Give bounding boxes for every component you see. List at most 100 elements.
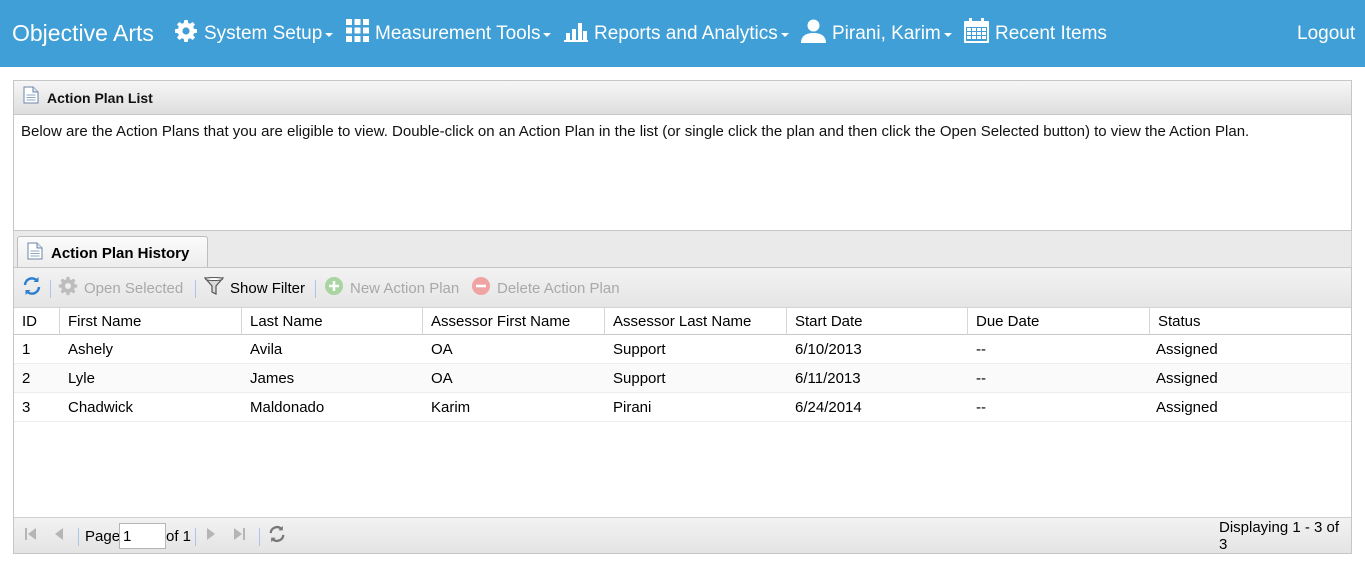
cell-first-name: Ashely bbox=[68, 341, 114, 358]
add-icon bbox=[324, 276, 350, 300]
cell-id: 2 bbox=[22, 370, 31, 387]
nav-measurement-tools[interactable]: Measurement Tools bbox=[346, 0, 552, 67]
top-navbar: Objective Arts System Setup Measurement … bbox=[0, 0, 1365, 67]
cell-due-date: -- bbox=[976, 399, 986, 416]
action-plan-list-panel: Action Plan List Below are the Action Pl… bbox=[13, 80, 1352, 231]
nav-system-setup-label: System Setup bbox=[204, 22, 323, 44]
page-number-input[interactable] bbox=[119, 523, 166, 549]
nav-system-setup[interactable]: System Setup bbox=[174, 0, 334, 67]
cell-assessor-first-name: OA bbox=[431, 370, 453, 387]
first-page-icon bbox=[23, 526, 39, 546]
cell-assessor-last-name: Support bbox=[613, 370, 666, 387]
gear-icon bbox=[58, 276, 84, 300]
cell-start-date: 6/11/2013 bbox=[795, 370, 861, 387]
column-header-first-name[interactable]: First Name bbox=[60, 308, 242, 335]
next-page-icon bbox=[204, 526, 218, 546]
table-row[interactable]: 3 Chadwick Maldonado Karim Pirani 6/24/2… bbox=[14, 393, 1351, 422]
toolbar-separator bbox=[315, 280, 316, 298]
pager-separator bbox=[78, 528, 79, 546]
prev-page-icon bbox=[52, 526, 66, 546]
cell-first-name: Lyle bbox=[68, 370, 95, 387]
gear-icon bbox=[174, 19, 204, 49]
cell-last-name: Avila bbox=[250, 341, 283, 358]
nav-recent-items[interactable]: Recent Items bbox=[964, 0, 1107, 67]
nav-reports-analytics[interactable]: Reports and Analytics bbox=[564, 0, 789, 67]
remove-icon bbox=[471, 276, 497, 300]
cell-id: 3 bbox=[22, 399, 31, 416]
cell-assessor-first-name: Karim bbox=[431, 399, 471, 416]
panel-description: Below are the Action Plans that you are … bbox=[21, 123, 1250, 140]
column-header-due-date[interactable]: Due Date bbox=[968, 308, 1150, 335]
cell-first-name: Chadwick bbox=[68, 399, 134, 416]
show-filter-label: Show Filter bbox=[230, 279, 306, 297]
first-page-button[interactable] bbox=[23, 518, 39, 554]
delete-action-plan-button[interactable]: Delete Action Plan bbox=[471, 268, 620, 308]
chevron-down-icon bbox=[780, 32, 789, 37]
table-row[interactable]: 2 Lyle James OA Support 6/11/2013 -- Ass… bbox=[14, 364, 1351, 393]
column-header-last-name[interactable]: Last Name bbox=[242, 308, 423, 335]
open-selected-button[interactable]: Open Selected bbox=[58, 268, 183, 308]
column-header-assessor-first-name[interactable]: Assessor First Name bbox=[423, 308, 605, 335]
show-filter-button[interactable]: Show Filter bbox=[203, 268, 306, 308]
column-header-assessor-last-name[interactable]: Assessor Last Name bbox=[605, 308, 787, 335]
chevron-down-icon bbox=[325, 32, 334, 37]
chevron-down-icon bbox=[943, 32, 952, 37]
cell-assessor-last-name: Support bbox=[613, 341, 666, 358]
tab-strip: Action Plan History bbox=[13, 231, 1352, 269]
refresh-button[interactable] bbox=[22, 268, 48, 308]
cell-status: Assigned bbox=[1156, 399, 1218, 416]
brand-logo[interactable]: Objective Arts bbox=[12, 0, 154, 67]
grid-icon bbox=[346, 19, 375, 48]
pager-refresh-button[interactable] bbox=[268, 518, 286, 554]
user-icon bbox=[801, 19, 832, 49]
next-page-button[interactable] bbox=[204, 518, 218, 554]
displaying-count: Displaying 1 - 3 of 3 bbox=[1219, 519, 1340, 553]
tab-action-plan-history[interactable]: Action Plan History bbox=[17, 236, 208, 269]
cell-last-name: James bbox=[250, 370, 295, 387]
refresh-icon bbox=[268, 525, 286, 547]
page-count-label: of 1 bbox=[166, 527, 192, 545]
refresh-icon bbox=[22, 276, 48, 300]
pager-separator bbox=[259, 528, 260, 546]
cell-assessor-first-name: OA bbox=[431, 341, 453, 358]
new-action-plan-button[interactable]: New Action Plan bbox=[324, 268, 459, 308]
nav-reports-analytics-label: Reports and Analytics bbox=[594, 22, 778, 44]
last-page-button[interactable] bbox=[231, 518, 247, 554]
nav-user-label: Pirani, Karim bbox=[832, 22, 941, 44]
new-action-plan-label: New Action Plan bbox=[350, 279, 460, 297]
cell-start-date: 6/10/2013 bbox=[795, 341, 862, 358]
nav-user-menu[interactable]: Pirani, Karim bbox=[801, 0, 952, 67]
nav-measurement-tools-label: Measurement Tools bbox=[375, 22, 541, 44]
pagination-bar: Page of 1 Displaying 1 - 3 of 3 bbox=[14, 517, 1351, 553]
table-row[interactable]: 1 Ashely Avila OA Support 6/10/2013 -- A… bbox=[14, 335, 1351, 364]
logout-link[interactable]: Logout bbox=[1297, 0, 1355, 67]
grid-toolbar: Open Selected Show Filter New Action Pla… bbox=[14, 268, 1351, 308]
toolbar-separator bbox=[195, 280, 196, 298]
document-icon bbox=[23, 86, 39, 109]
last-page-icon bbox=[231, 526, 247, 546]
page-label: Page bbox=[85, 527, 121, 545]
document-icon bbox=[27, 242, 43, 265]
column-header-start-date[interactable]: Start Date bbox=[787, 308, 968, 335]
cell-last-name: Maldonado bbox=[250, 399, 325, 416]
pager-separator bbox=[195, 528, 196, 546]
bar-chart-icon bbox=[564, 20, 594, 48]
panel-header: Action Plan List bbox=[14, 81, 1351, 115]
tab-label: Action Plan History bbox=[51, 244, 190, 262]
action-plan-grid: Open Selected Show Filter New Action Pla… bbox=[13, 267, 1352, 554]
cell-status: Assigned bbox=[1156, 341, 1218, 358]
cell-due-date: -- bbox=[976, 341, 986, 358]
column-header-id[interactable]: ID bbox=[14, 308, 60, 335]
filter-icon bbox=[203, 276, 230, 300]
column-header-status[interactable]: Status bbox=[1150, 308, 1350, 335]
cell-status: Assigned bbox=[1156, 370, 1218, 387]
open-selected-label: Open Selected bbox=[84, 279, 184, 297]
delete-action-plan-label: Delete Action Plan bbox=[497, 279, 620, 297]
cell-start-date: 6/24/2014 bbox=[795, 399, 862, 416]
toolbar-separator bbox=[50, 280, 51, 298]
table-header: ID First Name Last Name Assessor First N… bbox=[14, 308, 1351, 335]
prev-page-button[interactable] bbox=[52, 518, 66, 554]
calendar-icon bbox=[964, 18, 995, 49]
panel-title: Action Plan List bbox=[47, 89, 153, 106]
nav-recent-items-label: Recent Items bbox=[995, 22, 1107, 44]
